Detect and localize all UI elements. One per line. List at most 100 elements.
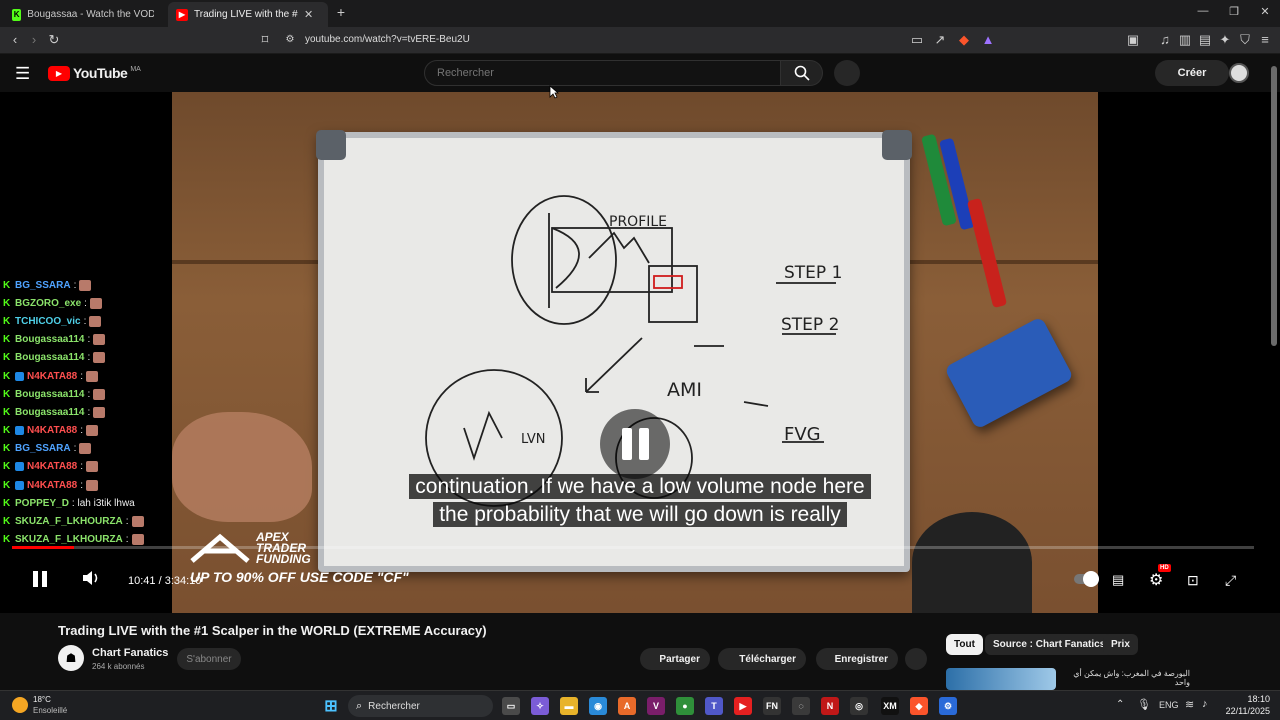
tab-search-icon[interactable]: ▣ bbox=[1124, 32, 1142, 48]
leo-ai-icon[interactable]: ✦ bbox=[1216, 32, 1234, 48]
channel-name[interactable]: Chart Fanatics bbox=[92, 647, 168, 659]
settings-button[interactable]: ⚙ HD bbox=[1149, 564, 1171, 590]
site-info-icon[interactable]: ⚙ bbox=[281, 32, 299, 48]
speaker-icon[interactable]: ♪ bbox=[1202, 698, 1208, 710]
youtube-logo[interactable]: ▶ YouTube MA bbox=[48, 65, 141, 81]
chat-username[interactable]: BGZORO_exe bbox=[15, 298, 81, 309]
start-button[interactable]: ⊞ bbox=[322, 697, 340, 715]
chat-username[interactable]: N4KATA88 bbox=[27, 371, 77, 382]
search-button[interactable] bbox=[781, 60, 823, 86]
chip-source[interactable]: Source : Chart Fanatics bbox=[985, 634, 1114, 655]
mic-tray-icon[interactable]: 🎙 bbox=[1137, 698, 1151, 711]
account-avatar[interactable] bbox=[1229, 63, 1249, 83]
tab-kick-vod[interactable]: K Bougassaa - Watch the VOD on Kick bbox=[4, 2, 162, 27]
chip-price[interactable]: Prix bbox=[1103, 634, 1138, 655]
vpn-icon[interactable]: ⛉ bbox=[1236, 32, 1254, 48]
maximize-icon[interactable]: ❐ bbox=[1224, 5, 1244, 18]
menu-icon[interactable]: ≡ bbox=[1256, 32, 1274, 48]
share-button[interactable]: Partager bbox=[640, 648, 710, 670]
create-button[interactable]: Créer bbox=[1155, 60, 1229, 86]
recommended-thumbnail[interactable] bbox=[946, 668, 1056, 690]
board-text-step1: STEP 1 bbox=[784, 263, 842, 283]
brave-rewards-icon[interactable]: ▲ bbox=[979, 32, 997, 48]
chat-username[interactable]: SKUZA_F_LKHOURZA bbox=[15, 534, 123, 545]
chat-username[interactable]: Bougassaa114 bbox=[15, 352, 85, 363]
volume-button[interactable] bbox=[82, 570, 100, 591]
save-button[interactable]: Enregistrer bbox=[816, 648, 898, 670]
sidebar-icon[interactable]: ▥ bbox=[1176, 32, 1194, 48]
chat-text: : bbox=[73, 279, 77, 291]
chat-username[interactable]: N4KATA88 bbox=[27, 425, 77, 436]
chip-all[interactable]: Tout bbox=[946, 634, 983, 655]
channel-avatar[interactable]: ☗ bbox=[58, 645, 84, 671]
weather-desc[interactable]: Ensoleillé bbox=[33, 706, 67, 715]
cast-icon[interactable]: ▭ bbox=[908, 32, 926, 48]
kick-icon: K bbox=[12, 8, 22, 21]
back-icon[interactable]: ‹ bbox=[6, 32, 24, 48]
app-icon[interactable]: FN bbox=[763, 697, 781, 715]
subtitles-button[interactable]: ▤ bbox=[1112, 572, 1124, 588]
clock-time[interactable]: 18:10 bbox=[1226, 694, 1270, 704]
apex-ad-overlay[interactable]: APEX TRADER FUNDING UP TO 90% OFF USE CO… bbox=[190, 531, 409, 585]
share-icon[interactable]: ↗ bbox=[931, 32, 949, 48]
voice-search-button[interactable] bbox=[834, 60, 860, 86]
video-player[interactable]: PROFILE STEP 1 STEP 2 AMI FVG LVN K BG_SS… bbox=[0, 92, 1280, 613]
brave-shield-icon[interactable]: ◆ bbox=[955, 32, 973, 48]
close-tab-icon[interactable]: ✕ bbox=[304, 8, 313, 21]
wallet-icon[interactable]: ▤ bbox=[1196, 32, 1214, 48]
miniplayer-button[interactable]: ⊡ bbox=[1187, 572, 1199, 589]
chat-username[interactable]: BG_SSARA bbox=[15, 280, 71, 291]
new-tab-button[interactable]: + bbox=[331, 4, 351, 20]
chat-username[interactable]: N4KATA88 bbox=[27, 461, 77, 472]
brave-icon[interactable]: ◆ bbox=[910, 697, 928, 715]
more-actions-button[interactable] bbox=[905, 648, 927, 670]
chrome-icon[interactable]: ◉ bbox=[589, 697, 607, 715]
page-scrollbar[interactable] bbox=[1271, 66, 1277, 346]
chat-username[interactable]: Bougassaa114 bbox=[15, 334, 85, 345]
clock-date[interactable]: 22/11/2025 bbox=[1222, 706, 1270, 716]
chat-username[interactable]: Bougassaa114 bbox=[15, 389, 85, 400]
copilot-icon[interactable]: ✧ bbox=[531, 697, 549, 715]
tray-chevron-icon[interactable]: ⌃ bbox=[1116, 699, 1124, 710]
language-indicator[interactable]: ENG bbox=[1159, 700, 1179, 710]
tab-youtube-video[interactable]: ▶ Trading LIVE with the #1 Scalp ✕ bbox=[168, 2, 328, 27]
pause-button[interactable] bbox=[32, 570, 48, 593]
wifi-icon[interactable]: ≋ bbox=[1185, 698, 1194, 711]
app-icon[interactable]: ◎ bbox=[850, 697, 868, 715]
recommended-title[interactable]: البورصة في المغرب: واش يمكن أي واحد bbox=[1062, 669, 1190, 687]
download-button[interactable]: Télécharger bbox=[718, 648, 806, 670]
progress-bar[interactable] bbox=[12, 546, 1254, 549]
browser-toolbar: ‹ › ↻ ⌑ ⚙ youtube.com/watch?v=tvERE-Beu2… bbox=[0, 27, 1280, 54]
hamburger-menu-icon[interactable]: ☰ bbox=[15, 64, 30, 84]
youtube-app-icon[interactable]: ▶ bbox=[734, 697, 752, 715]
fullscreen-button[interactable]: ⤢ bbox=[1225, 572, 1236, 589]
time-display: 10:41 / 3:34:10 bbox=[128, 575, 202, 587]
center-pause-button[interactable] bbox=[600, 409, 670, 479]
close-window-icon[interactable]: ✕ bbox=[1255, 5, 1275, 18]
app-icon[interactable]: ◌ bbox=[792, 697, 810, 715]
settings-app-icon[interactable]: ⚙ bbox=[939, 697, 957, 715]
app-icon[interactable]: ● bbox=[676, 697, 694, 715]
file-explorer-icon[interactable]: ▬ bbox=[560, 697, 578, 715]
url-bar[interactable]: youtube.com/watch?v=tvERE-Beu2U bbox=[305, 34, 470, 45]
forward-icon[interactable]: › bbox=[25, 32, 43, 48]
minimize-icon[interactable]: — bbox=[1193, 5, 1213, 17]
reload-icon[interactable]: ↻ bbox=[45, 32, 63, 48]
app-icon[interactable]: V bbox=[647, 697, 665, 715]
bookmark-icon[interactable]: ⌑ bbox=[256, 32, 274, 48]
weather-sun-icon[interactable] bbox=[12, 697, 28, 713]
teams-icon[interactable]: T bbox=[705, 697, 723, 715]
xm-icon[interactable]: XM bbox=[881, 697, 899, 715]
chat-username[interactable]: BG_SSARA bbox=[15, 443, 71, 454]
weather-temp[interactable]: 18°C bbox=[33, 695, 51, 704]
app-icon[interactable]: A bbox=[618, 697, 636, 715]
subscribe-button[interactable]: S'abonner bbox=[177, 648, 241, 670]
chat-username[interactable]: TCHICOO_vic bbox=[15, 316, 81, 327]
autoplay-toggle[interactable] bbox=[1074, 571, 1099, 587]
music-icon[interactable]: ♫ bbox=[1156, 32, 1174, 48]
chat-username[interactable]: Bougassaa114 bbox=[15, 407, 85, 418]
taskbar-search[interactable]: ⌕ Rechercher bbox=[348, 695, 493, 717]
app-icon[interactable]: N bbox=[821, 697, 839, 715]
search-input[interactable] bbox=[425, 61, 780, 85]
task-view-icon[interactable]: ▭ bbox=[502, 697, 520, 715]
